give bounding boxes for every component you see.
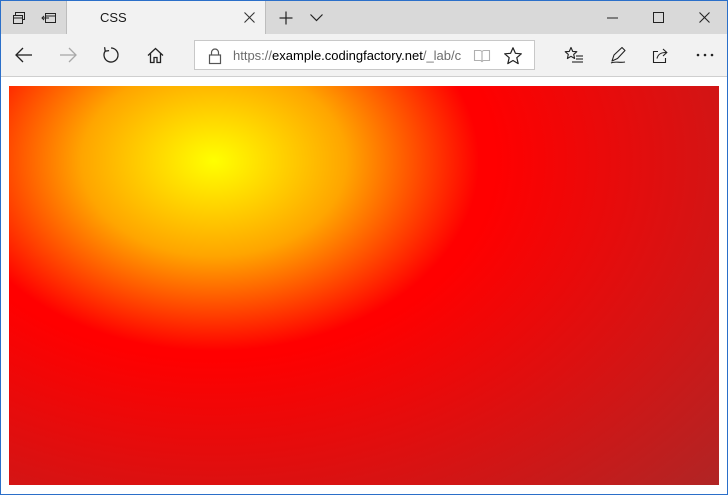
address-bar[interactable]: https://example.codingfactory.net/_lab/c	[194, 40, 535, 70]
browser-window: CSS https://example.codingfactory.net/_l…	[0, 0, 728, 495]
url-protocol: https://	[233, 48, 273, 63]
navigation-bar: https://example.codingfactory.net/_lab/c	[1, 34, 727, 77]
home-icon[interactable]	[134, 34, 176, 76]
more-icon[interactable]	[684, 34, 726, 76]
arrow-left-icon[interactable]	[3, 34, 45, 76]
arrow-right-icon[interactable]	[47, 34, 89, 76]
reading-view-icon[interactable]	[473, 47, 491, 65]
title-bar: CSS	[1, 1, 727, 34]
set-tabs-aside-icon[interactable]	[34, 1, 64, 34]
radial-gradient-highlight	[9, 86, 719, 485]
url-path: /_lab/c	[422, 48, 462, 63]
tab-title: CSS	[100, 10, 127, 25]
plus-icon[interactable]	[271, 1, 301, 34]
url-host: example.codingfactory.net	[272, 48, 423, 63]
minimize-icon[interactable]	[589, 1, 635, 34]
chevron-down-icon[interactable]	[301, 1, 331, 34]
close-icon[interactable]	[681, 1, 727, 34]
share-icon[interactable]	[640, 34, 682, 76]
page-viewport	[1, 77, 727, 494]
star-icon[interactable]	[503, 46, 523, 66]
maximize-icon[interactable]	[635, 1, 681, 34]
tab-preview-icon[interactable]	[4, 1, 34, 34]
refresh-icon[interactable]	[90, 34, 132, 76]
tab-close-icon[interactable]	[241, 9, 257, 25]
favorites-hub-icon[interactable]	[553, 34, 595, 76]
lock-icon	[207, 47, 223, 65]
tab-active[interactable]: CSS	[66, 1, 266, 34]
url-text[interactable]: https://example.codingfactory.net/_lab/c	[233, 48, 465, 63]
pen-icon[interactable]	[597, 34, 639, 76]
